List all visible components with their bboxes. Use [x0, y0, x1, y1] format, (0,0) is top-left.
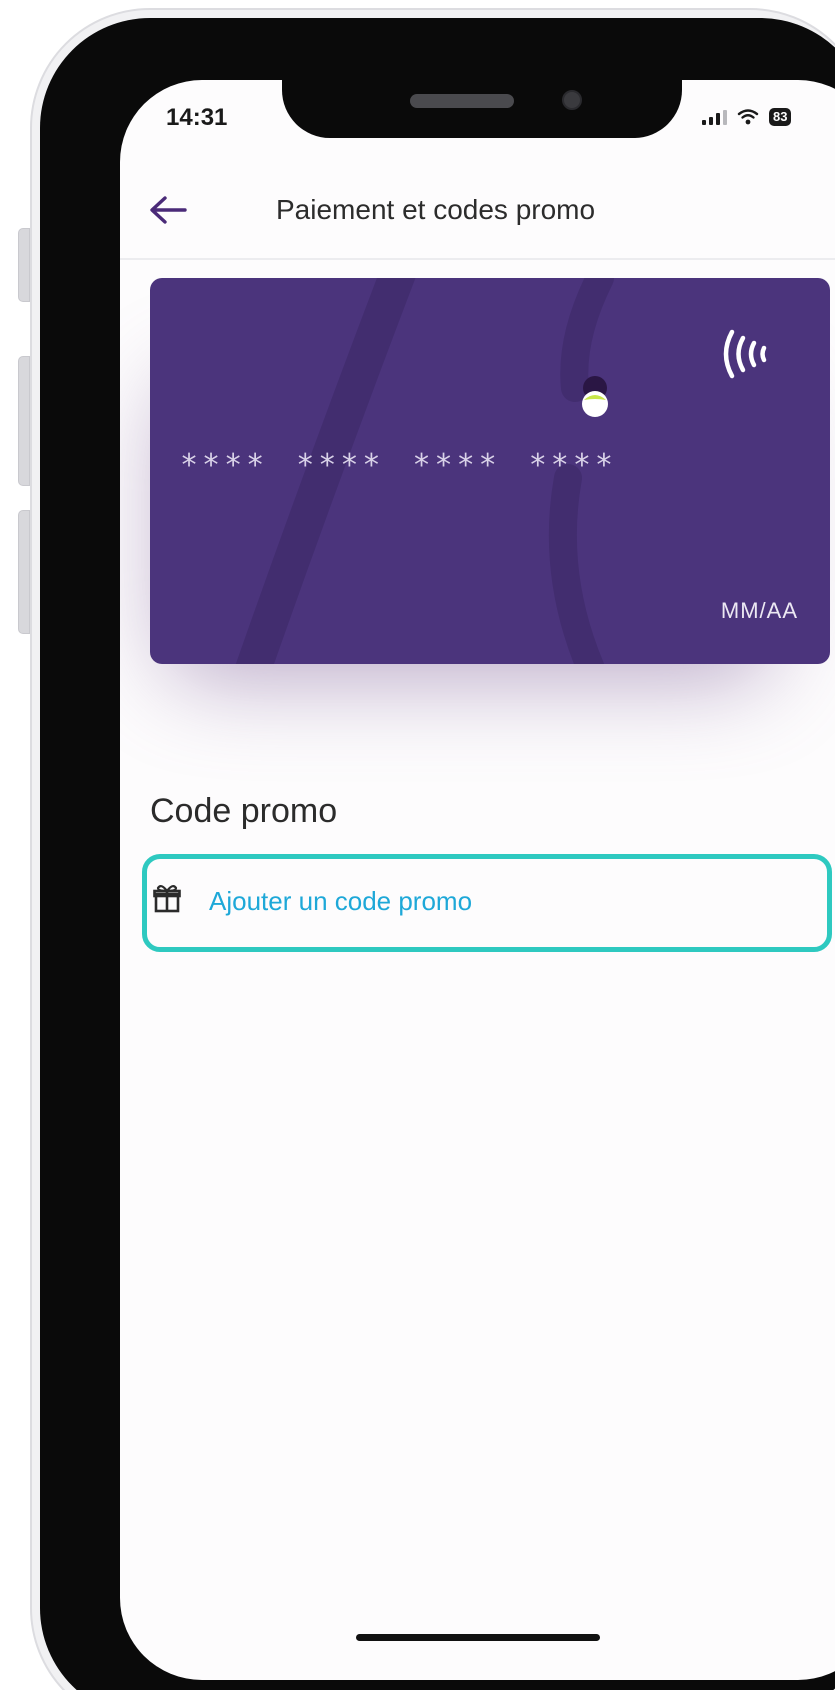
payment-card[interactable]: **** **** **** **** MM/AA	[150, 278, 830, 664]
card-number-group: ****	[296, 448, 385, 483]
battery-indicator: 83	[769, 108, 792, 126]
promo-section-title: Code promo	[150, 792, 338, 830]
device-screenshot: 14:31 83 Paiement et codes promo **** **…	[0, 0, 835, 1690]
app-screen: 14:31 83 Paiement et codes promo **** **…	[120, 80, 835, 1680]
front-camera	[562, 90, 582, 110]
status-indicators: 83	[702, 108, 792, 126]
phone-bezel: 14:31 83 Paiement et codes promo **** **…	[40, 18, 835, 1690]
card-expiry: MM/AA	[720, 598, 798, 623]
wifi-icon	[737, 109, 759, 125]
home-indicator[interactable]	[356, 1634, 600, 1641]
card-number-group: ****	[180, 448, 269, 483]
card-number-group: ****	[412, 448, 501, 483]
speaker	[410, 94, 514, 108]
contactless-icon	[723, 329, 767, 379]
card-number-group: ****	[528, 448, 617, 483]
phone-volume-up-button	[18, 356, 30, 486]
gift-icon	[153, 884, 181, 913]
page-title: Paiement et codes promo	[276, 194, 596, 225]
phone-side-button	[18, 228, 30, 302]
status-time: 14:31	[166, 104, 228, 131]
arrow-left-icon	[150, 196, 187, 224]
card-number: **** **** **** ****	[180, 448, 617, 483]
signal-icon	[702, 109, 727, 125]
add-promo-code-label: Ajouter un code promo	[209, 886, 473, 916]
add-promo-code-button[interactable]: Ajouter un code promo	[142, 854, 832, 952]
phone-volume-down-button	[18, 510, 30, 634]
card-logo-dot	[582, 376, 608, 417]
back-button[interactable]	[144, 186, 192, 234]
notch	[282, 80, 682, 138]
app-header: Paiement et codes promo	[120, 170, 835, 260]
